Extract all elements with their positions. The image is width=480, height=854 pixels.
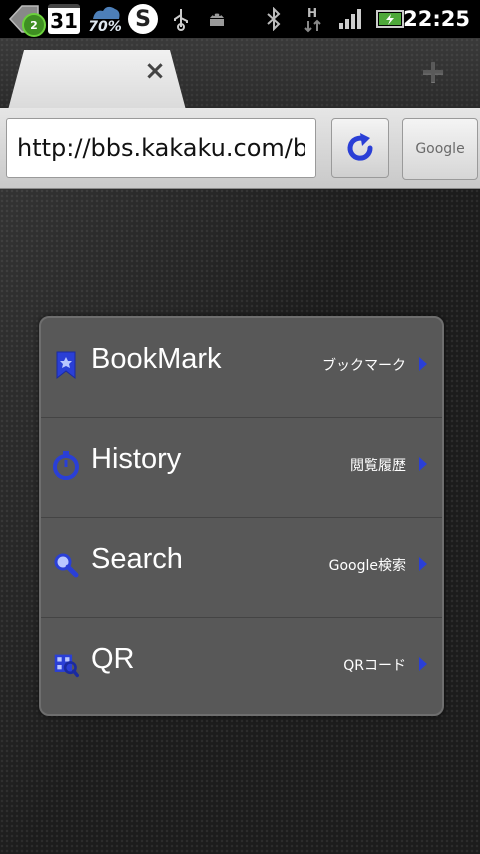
- tab-bar: × +: [0, 38, 480, 110]
- chevron-right-icon: [419, 657, 427, 671]
- search-engine-button[interactable]: Google: [402, 118, 478, 180]
- reload-button[interactable]: [331, 118, 389, 178]
- content-area: BookMark ブックマーク History 閲覧履歴 Search Goog…: [0, 189, 480, 854]
- qr-scan-icon: [53, 650, 79, 680]
- bluetooth-icon: [264, 0, 284, 38]
- status-clock: 22:25: [403, 7, 470, 31]
- url-input[interactable]: [6, 118, 316, 178]
- menu-item-history[interactable]: History 閲覧履歴: [41, 418, 442, 518]
- menu-item-sublabel: QRコード: [343, 658, 406, 674]
- chevron-right-icon: [419, 557, 427, 571]
- signal-icon: [336, 0, 366, 38]
- menu-item-sublabel: Google検索: [328, 558, 406, 574]
- chevron-right-icon: [419, 357, 427, 371]
- menu-item-bookmark[interactable]: BookMark ブックマーク: [41, 318, 442, 418]
- menu-item-sublabel: ブックマーク: [322, 358, 406, 374]
- calendar-icon: 31: [48, 4, 80, 34]
- close-tab-icon[interactable]: ×: [140, 56, 170, 86]
- chevron-right-icon: [419, 457, 427, 471]
- magnifier-icon: [53, 550, 79, 580]
- quick-menu-panel: BookMark ブックマーク History 閲覧履歴 Search Goog…: [39, 316, 444, 716]
- url-toolbar: Google: [0, 108, 480, 189]
- usb-icon: [170, 0, 192, 38]
- skype-icon: S: [128, 4, 158, 34]
- menu-item-search[interactable]: Search Google検索: [41, 518, 442, 618]
- menu-item-label: BookMark: [91, 343, 222, 375]
- add-tab-icon[interactable]: +: [418, 52, 448, 90]
- bookmark-icon: [53, 350, 79, 380]
- android-icon: [205, 0, 229, 38]
- menu-item-label: History: [91, 443, 182, 475]
- menu-item-sublabel: 閲覧履歴: [350, 458, 406, 474]
- svg-text:H: H: [307, 6, 317, 20]
- stopwatch-icon: [53, 450, 79, 480]
- menu-item-label: Search: [91, 543, 183, 575]
- notification-count-badge: 2: [22, 13, 46, 37]
- menu-item-qr[interactable]: QR QRコード: [41, 618, 442, 714]
- reload-icon: [347, 133, 373, 161]
- hspa-data-icon: H: [302, 0, 324, 38]
- menu-item-label: QR: [91, 643, 135, 675]
- status-bar: 2 31 70% S H 22:25: [0, 0, 480, 38]
